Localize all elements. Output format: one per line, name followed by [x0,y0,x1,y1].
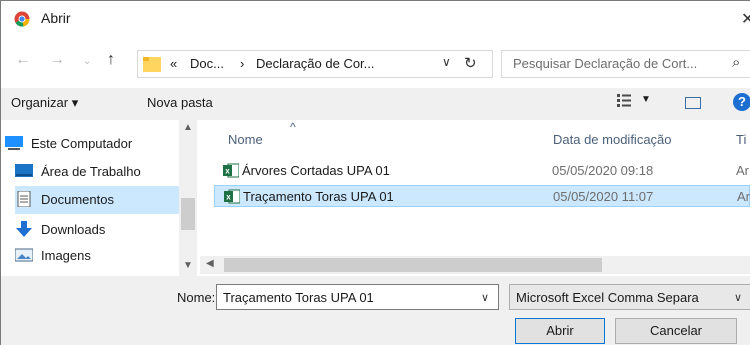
up-icon[interactable]: ↑ [107,51,115,69]
title-bar: Abrir ✕ [0,0,750,38]
computer-icon [5,136,23,150]
nav-item-label: Este Computador [31,136,133,151]
excel-csv-icon: x [224,189,240,204]
preview-pane-icon[interactable] [685,97,701,109]
file-name: Traçamento Toras UPA 01 [243,189,394,204]
table-row-selected[interactable]: x Traçamento Toras UPA 01 05/05/2020 11:… [214,185,750,207]
scroll-up-icon[interactable]: ▲ [183,122,193,133]
cancel-button[interactable]: Cancelar [615,318,737,344]
nav-item-desktop[interactable]: Área de Trabalho [15,160,177,184]
search-icon[interactable]: ⌕ [732,54,740,71]
nav-item-label: Downloads [41,222,106,237]
nav-item-label: Área de Trabalho [41,164,141,179]
command-bar: Organizar ▾ Nova pasta ▼ ? [0,88,750,120]
refresh-icon[interactable]: ↻ [464,54,477,72]
filetype-value: Microsoft Excel Comma Separa [516,290,699,305]
breadcrumb-overflow[interactable]: « [170,56,177,71]
chevron-down-icon[interactable]: ∨ [481,291,489,304]
column-header-modified[interactable]: Data de modificação [553,132,672,147]
svg-text:x: x [225,167,230,176]
file-modified: 05/05/2020 11:07 [553,189,654,204]
new-folder-button[interactable]: Nova pasta [147,95,213,110]
recent-dropdown-icon[interactable]: ⌄ [83,56,91,67]
pictures-icon [15,248,33,262]
file-modified: 05/05/2020 09:18 [552,163,654,178]
documents-icon [17,191,31,207]
file-type: Ar [737,189,750,204]
navigation-pane: Este Computador Área de Trabalho Documen… [0,120,200,276]
scrollbar-thumb[interactable] [224,258,602,272]
breadcrumb-separator: › [240,56,245,71]
close-icon[interactable]: ✕ [741,9,750,29]
table-row[interactable]: x Árvores Cortadas UPA 01 05/05/2020 09:… [214,160,750,182]
nav-item-this-pc[interactable]: Este Computador [5,132,177,156]
excel-csv-icon: x [223,163,239,178]
chevron-down-icon[interactable]: ∨ [734,291,742,304]
sort-ascending-icon: ^ [290,120,296,134]
filetype-select[interactable]: Microsoft Excel Comma Separa ∨ [509,284,750,310]
file-type: Ar [736,163,749,178]
address-dropdown-icon[interactable]: ∨ [442,55,451,69]
nav-item-label: Documentos [41,192,114,207]
open-button[interactable]: Abrir [515,318,605,344]
view-options-icon[interactable] [617,94,631,108]
desktop-icon [15,164,33,177]
chrome-icon [14,11,30,27]
file-list: Nome ^ Data de modificação Ti x Árvores … [200,120,750,276]
breadcrumb-current-folder[interactable]: Declaração de Cor... [256,56,375,71]
address-row: ← → ⌄ ↑ « Doc... › Declaração de Cor... … [0,38,750,88]
downloads-icon [16,221,32,237]
dialog-footer: Nome: Traçamento Toras UPA 01 ∨ Microsof… [0,276,750,345]
nav-item-pictures[interactable]: Imagens [15,244,177,268]
scroll-down-icon[interactable]: ▼ [183,260,193,271]
help-icon[interactable]: ? [733,93,750,111]
nav-item-downloads[interactable]: Downloads [15,218,177,242]
address-bar[interactable]: « Doc... › Declaração de Cor... ∨ ↻ [137,50,493,78]
folder-icon [143,57,161,72]
svg-text:x: x [226,193,231,202]
forward-icon[interactable]: → [49,51,65,69]
search-placeholder: Pesquisar Declaração de Cort... [513,56,698,71]
nav-item-label: Imagens [41,248,91,263]
window-title: Abrir [41,10,71,26]
filename-value: Traçamento Toras UPA 01 [223,290,374,305]
scrollbar-thumb[interactable] [181,198,195,230]
column-header-name[interactable]: Nome [228,132,263,147]
filename-input[interactable]: Traçamento Toras UPA 01 ∨ [216,284,499,310]
file-name: Árvores Cortadas UPA 01 [242,163,390,178]
view-dropdown-icon[interactable]: ▼ [641,94,651,105]
scroll-left-icon[interactable]: ◀ [206,258,214,269]
nav-vertical-scrollbar[interactable]: ▲ ▼ [179,120,197,276]
search-box[interactable]: Pesquisar Declaração de Cort... ⌕ [501,50,750,78]
breadcrumb-documents[interactable]: Doc... [190,56,224,71]
organize-button[interactable]: Organizar ▾ [11,95,78,111]
filename-label: Nome: [177,290,216,305]
file-list-horizontal-scrollbar[interactable]: ◀ [200,256,750,274]
nav-item-documents[interactable]: Documentos [15,186,179,214]
back-icon[interactable]: ← [15,51,31,69]
column-header-type[interactable]: Ti [736,132,746,147]
